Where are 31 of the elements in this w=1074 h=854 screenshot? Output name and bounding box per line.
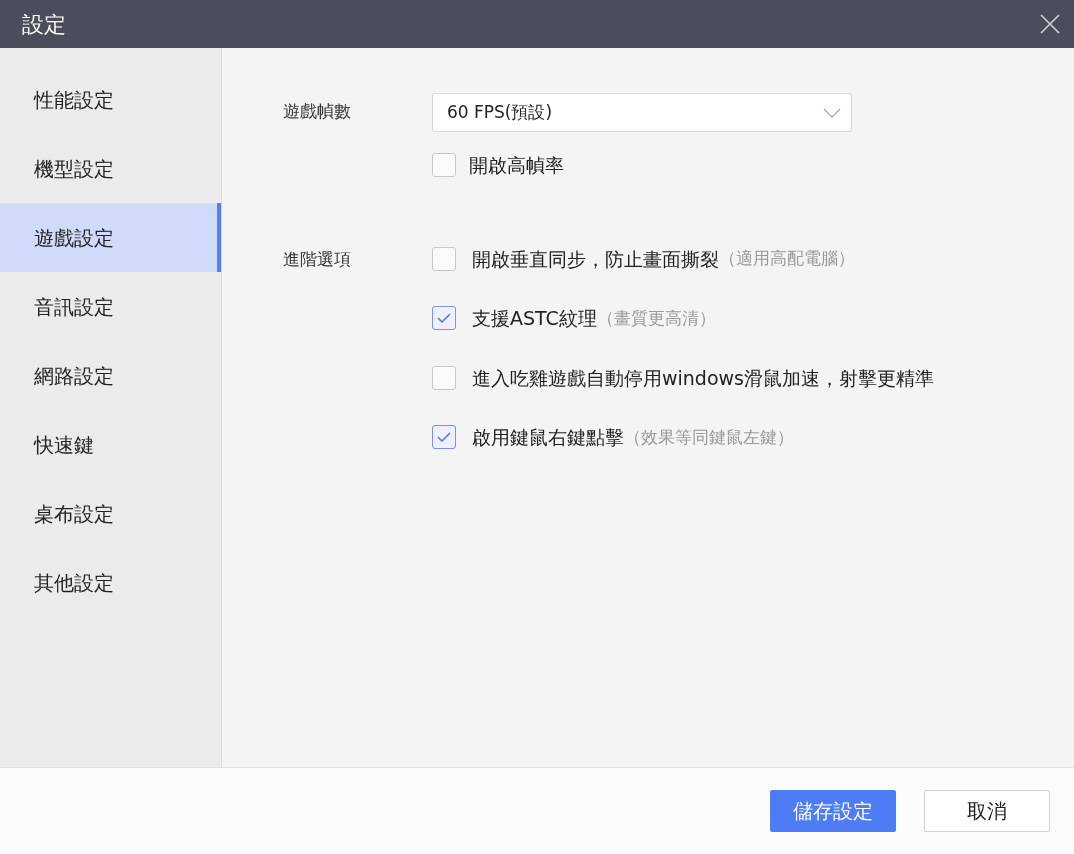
sidebar-item[interactable]: 音訊設定 — [0, 272, 221, 341]
checkbox[interactable] — [432, 365, 456, 390]
checkbox[interactable] — [432, 425, 456, 450]
option-note: （適用高配電腦） — [719, 247, 855, 270]
checkbox[interactable] — [432, 306, 456, 331]
cancel-button[interactable]: 取消 — [924, 790, 1050, 832]
field-label: 遊戲幀數 — [283, 100, 352, 123]
sidebar-item[interactable]: 性能設定 — [0, 65, 221, 134]
sidebar-item[interactable]: 遊戲設定 — [0, 203, 221, 272]
sidebar-item[interactable]: 其他設定 — [0, 548, 221, 617]
checkbox-label: 進入吃雞遊戲自動停用windows滑鼠加速，射擊更精準 — [472, 365, 934, 391]
checkbox-label: 支援ASTC紋理 — [472, 306, 597, 331]
frame-rate-dropdown[interactable]: 60 FPS(預設) — [432, 93, 852, 132]
checkbox-label: 開啟高幀率 — [469, 153, 564, 178]
option-note: （畫質更高清） — [596, 306, 716, 330]
chevron-down-icon — [823, 107, 841, 118]
checkbox[interactable] — [432, 246, 456, 271]
option-note: （效果等同鍵鼠左鍵） — [624, 425, 794, 449]
check-icon — [437, 313, 451, 324]
field-label: 進階選項 — [283, 247, 352, 271]
sidebar-item[interactable]: 機型設定 — [0, 134, 221, 203]
sidebar-item[interactable]: 桌布設定 — [0, 479, 221, 548]
checkbox-label: 開啟垂直同步，防止畫面撕裂 — [472, 246, 719, 272]
checkbox-label: 啟用鍵鼠右鍵點擊 — [472, 425, 624, 450]
sidebar-item[interactable]: 網路設定 — [0, 341, 221, 410]
checkbox[interactable] — [432, 153, 456, 178]
close-icon[interactable] — [1038, 12, 1062, 36]
check-icon — [437, 432, 451, 443]
window-title: 設定 — [22, 10, 66, 39]
save-button[interactable]: 儲存設定 — [770, 790, 896, 832]
sidebar-item[interactable]: 快速鍵 — [0, 410, 221, 479]
